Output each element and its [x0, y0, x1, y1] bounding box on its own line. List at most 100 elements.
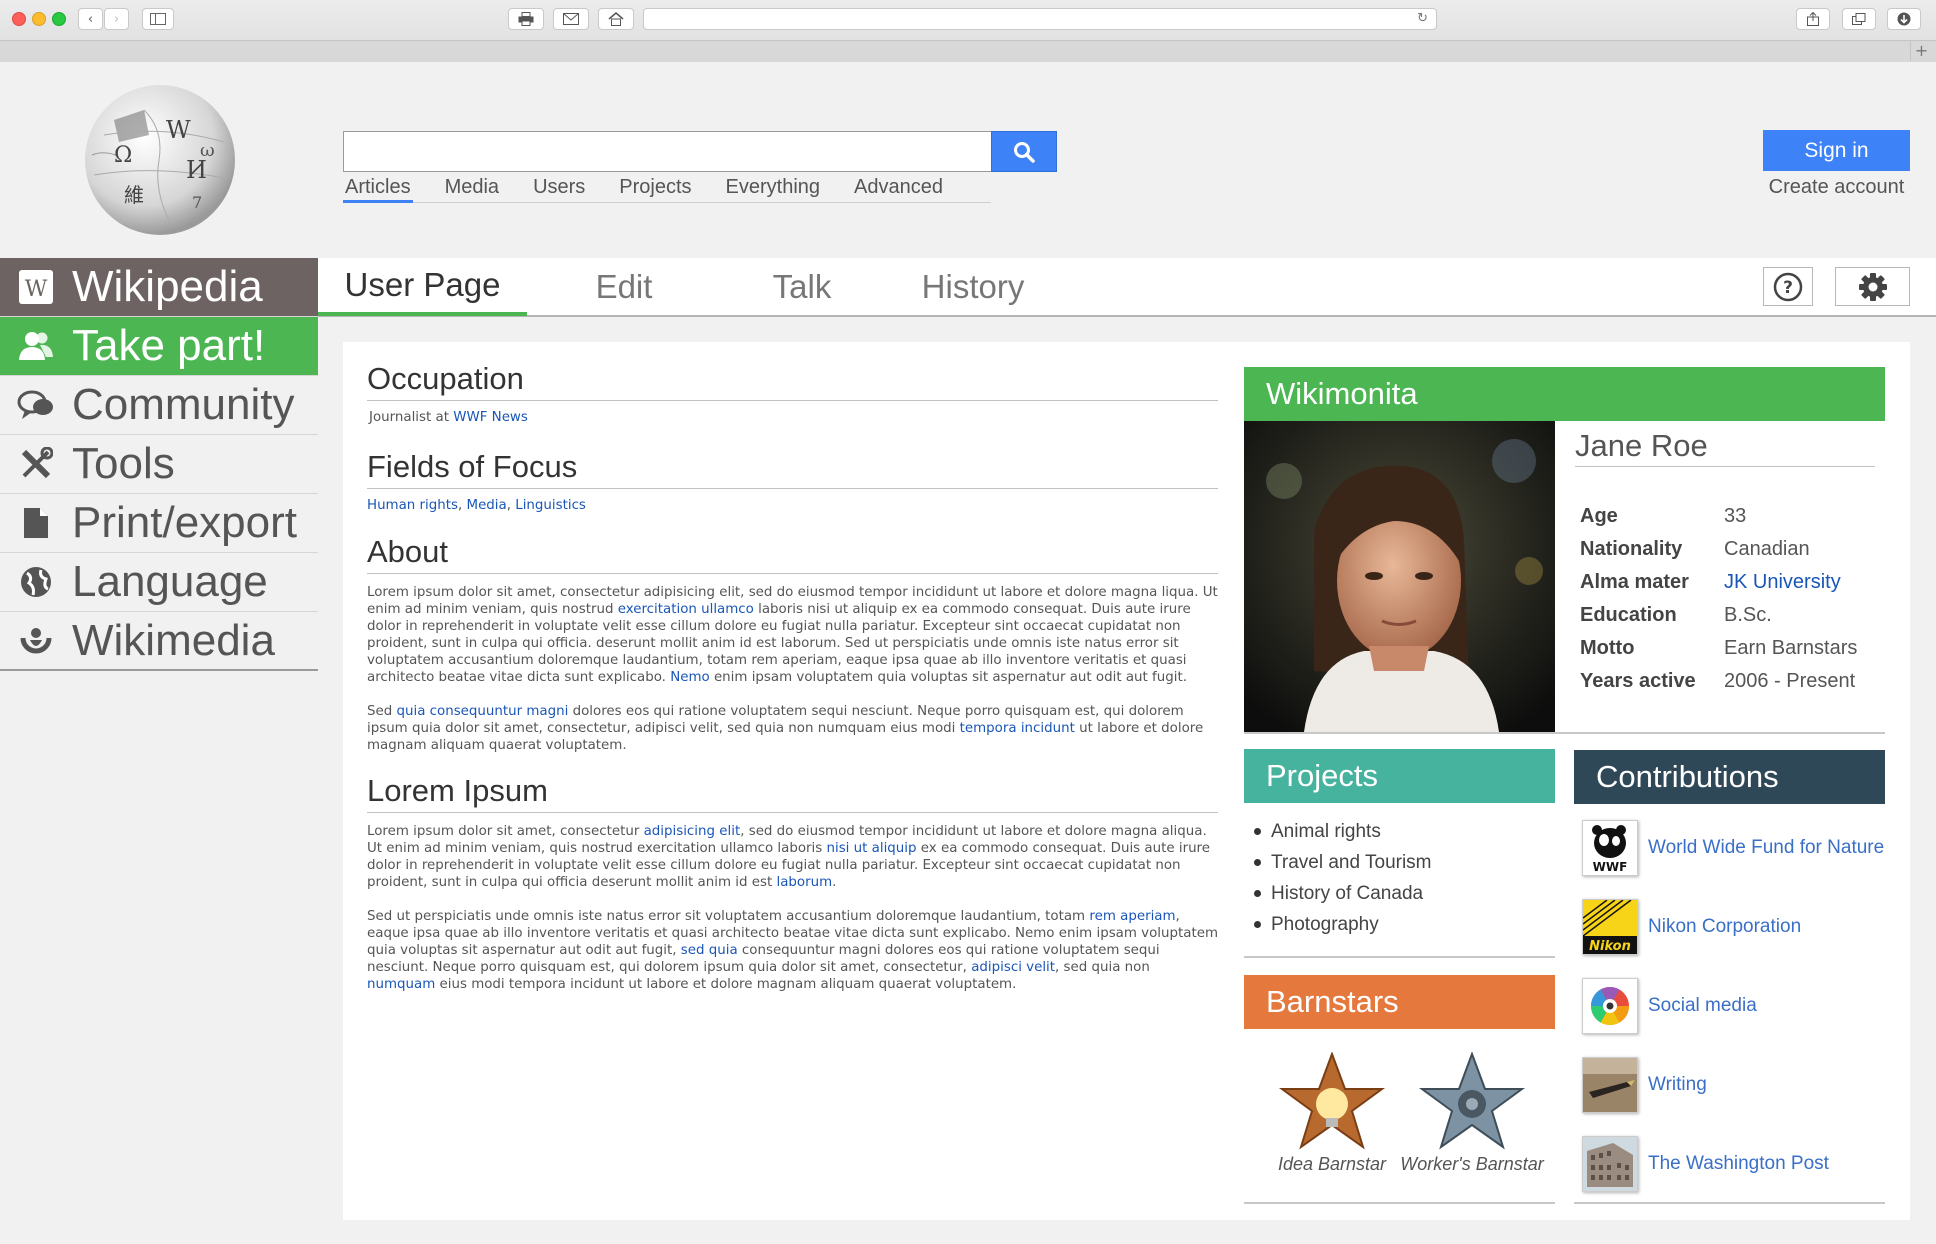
sidebar-item-community[interactable]: Community — [0, 376, 318, 435]
inline-link[interactable]: numquam — [367, 977, 435, 992]
contribution-item[interactable]: Social media — [1582, 978, 1757, 1034]
contribution-label[interactable]: The Washington Post — [1648, 1153, 1829, 1175]
field-link[interactable]: Linguistics — [515, 498, 586, 513]
wikipedia-w-icon: W — [0, 269, 72, 305]
home-icon[interactable] — [598, 8, 634, 30]
print-icon[interactable] — [508, 8, 544, 30]
tab-history[interactable]: History — [828, 258, 1118, 316]
field-link[interactable]: Human rights — [367, 498, 458, 513]
section-title-about: About — [367, 533, 1218, 574]
minimize-window-button[interactable] — [32, 12, 46, 26]
create-account-link[interactable]: Create account — [1763, 176, 1910, 199]
tab-user-page[interactable]: User Page — [318, 258, 527, 316]
sidebar-toggle-icon[interactable] — [142, 8, 174, 30]
inline-link[interactable]: tempora incidunt — [960, 721, 1075, 736]
help-button[interactable]: ? — [1763, 267, 1813, 306]
search-scope-advanced[interactable]: Advanced — [852, 176, 945, 203]
social-media-logo — [1582, 978, 1638, 1034]
user-page-content: Occupation Journalist at WWF News Fields… — [343, 342, 1910, 1220]
profile-row-education: Education B.Sc. — [1580, 604, 1772, 626]
projects-header: Projects — [1244, 749, 1555, 803]
sidebar-item-label: Take part! — [72, 321, 266, 370]
search-input[interactable] — [343, 131, 992, 172]
profile-details: Age 33 Nationality Canadian Alma mater JK U… — [1580, 500, 1880, 698]
profile-photo — [1244, 421, 1555, 732]
sidebar-item-label: Wikimedia — [72, 615, 275, 665]
inline-link[interactable]: laborum — [776, 875, 832, 890]
contribution-label[interactable]: Nikon Corporation — [1648, 916, 1801, 938]
inline-link[interactable]: nisi ut aliquip — [827, 841, 917, 856]
share-icon[interactable] — [1796, 8, 1830, 30]
profile-row-motto: Motto Earn Barnstars — [1580, 637, 1858, 659]
close-window-button[interactable] — [12, 12, 26, 26]
sidebar-item-wikipedia[interactable]: W Wikipedia — [0, 258, 318, 317]
contributions-divider — [1574, 1202, 1885, 1204]
inline-link[interactable]: rem aperiam — [1089, 909, 1175, 924]
settings-button[interactable] — [1835, 267, 1910, 306]
contribution-label[interactable]: World Wide Fund for Nature — [1648, 837, 1884, 859]
mail-icon[interactable] — [553, 8, 589, 30]
new-tab-icon[interactable]: + — [1910, 40, 1932, 61]
downloads-icon[interactable] — [1887, 8, 1921, 30]
search-scope-media[interactable]: Media — [443, 176, 501, 203]
profile-row-years-active: Years active 2006 - Present — [1580, 670, 1856, 692]
inline-link[interactable]: exercitation ullamco — [618, 602, 754, 617]
reload-icon[interactable]: ↻ — [1417, 11, 1428, 26]
globe-icon — [0, 565, 72, 599]
zoom-window-button[interactable] — [52, 12, 66, 26]
sign-in-button[interactable]: Sign in — [1763, 130, 1910, 171]
browser-toolbar: ‹ › ↻ + — [0, 0, 1936, 62]
inline-link[interactable]: adipisicing elit — [644, 824, 741, 839]
wikipedia-globe-logo[interactable]: Ω W И 維 ω 7 — [74, 80, 246, 240]
address-bar[interactable]: ↻ — [643, 8, 1437, 30]
sidebar-item-tools[interactable]: Tools — [0, 435, 318, 494]
inline-link[interactable]: sed quia — [681, 943, 738, 958]
inline-link[interactable]: adipisci velit — [971, 960, 1055, 975]
search-icon — [1014, 141, 1035, 163]
svg-text:維: 維 — [124, 183, 144, 207]
search-button[interactable] — [991, 131, 1057, 172]
svg-text:Ω: Ω — [114, 143, 132, 168]
contribution-item[interactable]: The Washington Post — [1582, 1136, 1829, 1192]
search-scope-everything[interactable]: Everything — [724, 176, 823, 203]
field-link[interactable]: Media — [467, 498, 507, 513]
search-scope-articles[interactable]: Articles — [343, 176, 413, 203]
search-scope-projects[interactable]: Projects — [617, 176, 693, 203]
writing-pen-image — [1582, 1057, 1638, 1113]
sidebar-item-take-part[interactable]: Take part! — [0, 317, 318, 376]
occupation-employer-link[interactable]: WWF News — [453, 410, 528, 425]
chat-bubbles-icon — [0, 389, 72, 421]
projects-list: Animal rights Travel and Tourism History… — [1254, 816, 1554, 940]
contribution-item[interactable]: Nikon Nikon Corporation — [1582, 899, 1801, 955]
forward-icon[interactable]: › — [104, 8, 129, 30]
tab-edit[interactable]: Edit — [540, 258, 708, 316]
contribution-item[interactable]: WWF World Wide Fund for Nature — [1582, 820, 1884, 876]
lorem-paragraph-2: Sed ut perspiciatis unde omnis iste natu… — [367, 909, 1218, 992]
section-title-fields-of-focus: Fields of Focus — [367, 448, 1218, 489]
contribution-label[interactable]: Writing — [1648, 1074, 1707, 1096]
projects-divider — [1244, 956, 1555, 958]
profile-row-age: Age 33 — [1580, 505, 1747, 527]
sidebar-item-language[interactable]: Language — [0, 553, 318, 612]
nikon-logo: Nikon — [1582, 899, 1638, 955]
sidebar-item-print-export[interactable]: Print/export — [0, 494, 318, 553]
tabs-overview-icon[interactable] — [1842, 8, 1876, 30]
project-item: Travel and Tourism — [1254, 847, 1554, 878]
wikimedia-icon — [0, 624, 72, 658]
about-paragraph-2: Sed quia consequuntur magni dolores eos … — [367, 704, 1204, 753]
alma-mater-link[interactable]: JK University — [1724, 571, 1841, 594]
svg-text:?: ? — [1783, 278, 1793, 298]
sidebar-item-wikimedia[interactable]: Wikimedia — [0, 612, 318, 671]
workers-barnstar-image — [1418, 1051, 1526, 1152]
contribution-label[interactable]: Social media — [1648, 995, 1757, 1017]
barnstar-caption: Worker's Barnstar — [1400, 1154, 1544, 1174]
search-scope-users[interactable]: Users — [531, 176, 587, 203]
svg-text:Nikon: Nikon — [1589, 939, 1631, 954]
inline-link[interactable]: Nemo — [670, 670, 710, 685]
inline-link[interactable]: quia consequuntur magni — [397, 704, 569, 719]
contribution-item[interactable]: Writing — [1582, 1057, 1707, 1113]
washington-post-building-image — [1582, 1136, 1638, 1192]
contributions-list: WWF World Wide Fund for Nature Nikon Nik… — [1582, 820, 1892, 1210]
back-icon[interactable]: ‹ — [78, 8, 103, 30]
document-icon — [0, 507, 72, 539]
